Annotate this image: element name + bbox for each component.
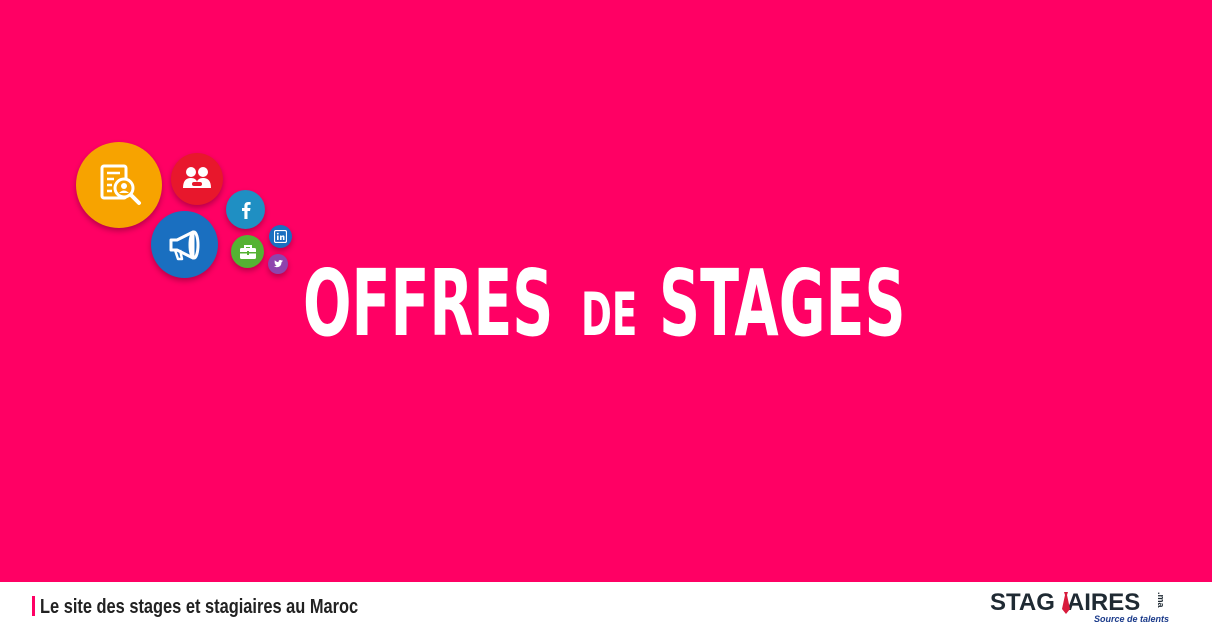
logo-tld: .ma	[1156, 592, 1166, 608]
page-title: OFFRES DE STAGES	[303, 258, 917, 358]
briefcase-icon	[231, 235, 264, 268]
headline-word-de: DE	[581, 280, 638, 350]
logo-wordmark-right: AIRES	[1066, 589, 1141, 616]
twitter-icon	[268, 254, 288, 274]
megaphone-icon	[151, 211, 218, 278]
facebook-icon	[226, 190, 265, 229]
stagiaires-logo[interactable]: STAG AIRES .ma Source de talents	[990, 590, 1180, 626]
site-tagline: Le site des stages et stagiaires au Maro…	[40, 596, 359, 618]
headline-word-offres: OFFRES	[303, 250, 554, 357]
linkedin-icon	[269, 225, 292, 248]
logo-subtitle: Source de talents	[1094, 614, 1170, 624]
tagline-accent-bar	[32, 596, 35, 616]
handshake-icon	[171, 153, 223, 205]
tie-icon	[1062, 592, 1070, 614]
logo-wordmark-left: STAG	[990, 589, 1055, 616]
headline-word-stages: STAGES	[659, 250, 906, 357]
hero-banner: OFFRES DE STAGES	[0, 0, 1212, 582]
document-search-icon	[76, 142, 162, 228]
